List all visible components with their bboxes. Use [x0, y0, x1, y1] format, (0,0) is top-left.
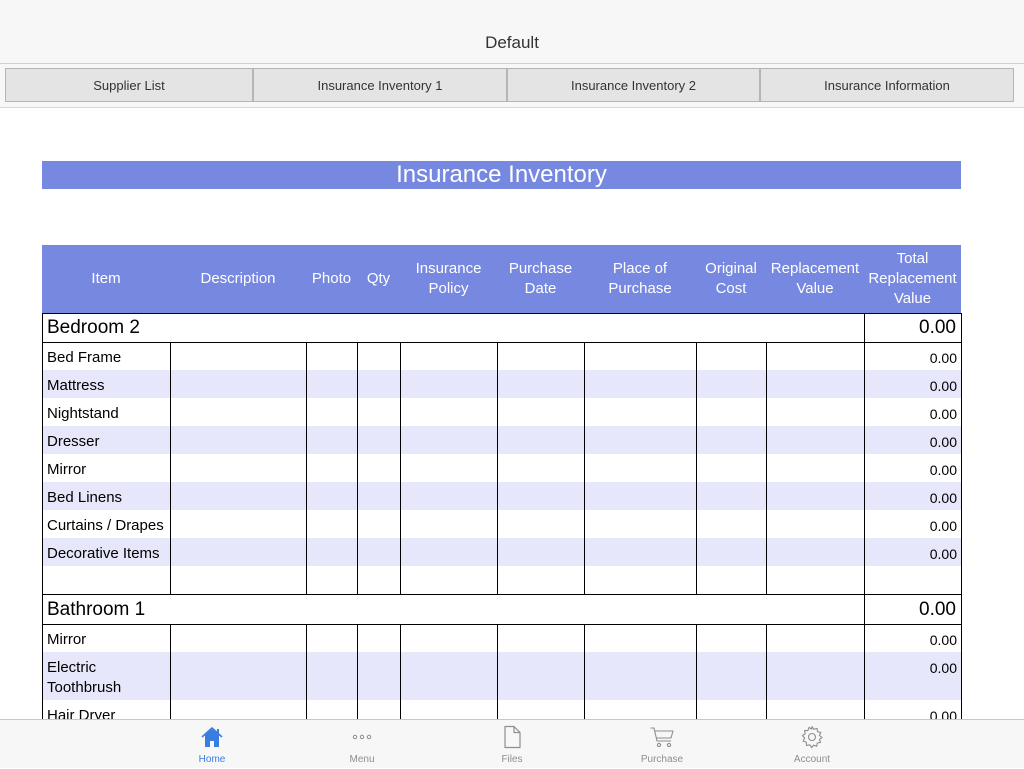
column-header-total-replacement-value: Total Replacement Value [868, 250, 957, 307]
grid-line [400, 624, 401, 719]
grid-line [42, 313, 43, 719]
table-row[interactable]: Bed Linens 0.00 [42, 482, 961, 510]
grid-line [306, 624, 307, 719]
table-row[interactable]: Bed Frame 0.00 [42, 342, 961, 370]
spreadsheet-content[interactable]: Insurance Inventory Item Description Pho… [0, 108, 1024, 719]
section-total: 0.00 [919, 599, 956, 620]
grid-line [696, 624, 697, 719]
column-header-item: Item [91, 270, 121, 287]
row-total: 0.00 [929, 546, 957, 562]
tab-menu[interactable]: Menu [312, 720, 412, 769]
tab-label: Files [501, 754, 523, 765]
grid-line [961, 313, 962, 719]
item-name: Dresser [47, 433, 100, 450]
item-name: Nightstand [47, 405, 119, 422]
tab-insurance-information[interactable]: Insurance Information [760, 68, 1014, 102]
table-header: Item Description Photo Qty Insurance Pol… [42, 245, 961, 313]
tab-label: Account [793, 754, 831, 765]
table-row[interactable]: Hair Dryer 0.00 [42, 700, 961, 719]
tab-insurance-inventory-2[interactable]: Insurance Inventory 2 [507, 68, 760, 102]
sheet-tabs: Supplier List Insurance Inventory 1 Insu… [0, 64, 1024, 108]
bottom-tab-bar: Home Menu Files Purchase Account [0, 719, 1024, 768]
item-name: Mirror [47, 461, 87, 478]
gear-icon [801, 725, 823, 749]
section-total: 0.00 [919, 317, 956, 338]
column-header-photo: Photo [311, 270, 352, 287]
tab-insurance-inventory-1[interactable]: Insurance Inventory 1 [253, 68, 507, 102]
table-row[interactable]: Mattress 0.00 [42, 370, 961, 398]
tab-label: Purchase [640, 754, 684, 765]
section-header[interactable]: Bathroom 1 0.00 [42, 595, 961, 624]
tab-account[interactable]: Account [762, 720, 862, 769]
item-name: Electric Toothbrush [47, 659, 122, 696]
table-row[interactable]: Electric Toothbrush 0.00 [42, 652, 961, 700]
column-header-qty: Qty [366, 270, 391, 287]
grid-line [42, 624, 962, 625]
grid-line [497, 342, 498, 594]
file-icon [504, 725, 521, 749]
column-header-insurance-policy: Insurance Policy [415, 260, 482, 297]
section-header[interactable]: Bedroom 2 0.00 [42, 313, 961, 342]
grid-line [400, 342, 401, 594]
grid-line [584, 624, 585, 719]
tab-label: Home [198, 754, 226, 765]
row-total: 0.00 [929, 660, 957, 676]
grid-line [306, 342, 307, 594]
home-icon [201, 727, 223, 747]
grid-line [766, 342, 767, 594]
table-row[interactable]: Mirror 0.00 [42, 454, 961, 482]
row-total: 0.00 [929, 490, 957, 506]
row-total: 0.00 [929, 406, 957, 422]
tab-home[interactable]: Home [162, 720, 262, 769]
grid-line [766, 624, 767, 719]
table-row[interactable]: Mirror 0.00 [42, 624, 961, 652]
column-header-description: Description [200, 270, 276, 287]
grid-line [170, 342, 171, 594]
column-header-replacement-value: Replacement Value [770, 260, 860, 297]
cart-icon [650, 727, 674, 748]
table-row[interactable]: Curtains / Drapes 0.00 [42, 510, 961, 538]
table-row[interactable]: Dresser 0.00 [42, 426, 961, 454]
table-row[interactable]: Decorative Items 0.00 [42, 538, 961, 566]
item-name: Decorative Items [47, 545, 160, 562]
grid-line [357, 624, 358, 719]
row-total: 0.00 [929, 518, 957, 534]
tab-supplier-list[interactable]: Supplier List [5, 68, 253, 102]
item-name: Curtains / Drapes [47, 517, 164, 534]
grid-line [497, 624, 498, 719]
tab-files[interactable]: Files [462, 720, 562, 769]
column-header-purchase-date: Purchase Date [508, 260, 573, 297]
column-header-place-of-purchase: Place of Purchase [608, 260, 672, 297]
row-total: 0.00 [929, 350, 957, 366]
sheet-title-banner: Insurance Inventory [42, 161, 961, 189]
item-name: Bed Linens [47, 489, 123, 506]
row-total: 0.00 [929, 632, 957, 648]
row-total: 0.00 [929, 434, 957, 450]
grid-line [170, 624, 171, 719]
grid-line [696, 342, 697, 594]
page-title: Default [485, 33, 539, 52]
row-total: 0.00 [929, 378, 957, 394]
table-row[interactable] [42, 566, 961, 594]
item-name: Bed Frame [47, 349, 122, 366]
more-dots-icon [352, 734, 372, 740]
grid-line [42, 594, 962, 595]
tab-label: Menu [349, 754, 375, 765]
row-total: 0.00 [929, 462, 957, 478]
item-name: Mattress [47, 377, 105, 394]
item-name: Hair Dryer [47, 707, 116, 719]
item-name: Mirror [47, 631, 87, 648]
navigation-bar: Default [0, 0, 1024, 64]
grid-line [357, 342, 358, 594]
tab-purchase[interactable]: Purchase [612, 720, 712, 769]
section-name: Bathroom 1 [47, 599, 146, 620]
grid-line [584, 342, 585, 594]
table-row[interactable]: Nightstand 0.00 [42, 398, 961, 426]
grid-line [864, 313, 865, 719]
grid-line [42, 313, 962, 314]
section-name: Bedroom 2 [47, 317, 140, 338]
grid-line [42, 342, 962, 343]
column-header-original-cost: Original Cost [705, 260, 757, 297]
row-total: 0.00 [929, 708, 957, 719]
